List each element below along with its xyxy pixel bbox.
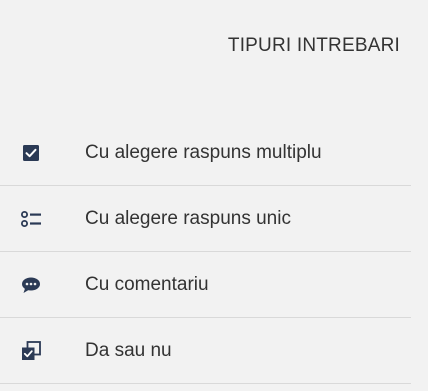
question-type-single-choice[interactable]: Cu alegere raspuns unic: [0, 186, 411, 252]
question-type-comment[interactable]: Cu comentariu: [0, 252, 411, 318]
question-type-label: Da sau nu: [85, 339, 172, 361]
comment-bubble-icon: [21, 275, 41, 295]
question-type-multiple-choice[interactable]: Cu alegere raspuns multiplu: [0, 120, 411, 186]
question-type-label: Cu alegere raspuns unic: [85, 207, 291, 229]
panel-title: TIPURI INTREBARI: [227, 35, 400, 56]
question-types-panel: TIPURI INTREBARI Cu alegere raspuns mult…: [0, 0, 428, 391]
yes-no-icon: [21, 340, 41, 361]
question-types-list: Cu alegere raspuns multiplu Cu alegere r…: [0, 120, 411, 384]
checkbox-checked-icon: [21, 143, 41, 163]
radio-list-icon: [21, 209, 41, 229]
question-type-label: Cu alegere raspuns multiplu: [85, 141, 322, 163]
question-type-yes-no[interactable]: Da sau nu: [0, 318, 411, 384]
question-type-label: Cu comentariu: [85, 273, 209, 295]
